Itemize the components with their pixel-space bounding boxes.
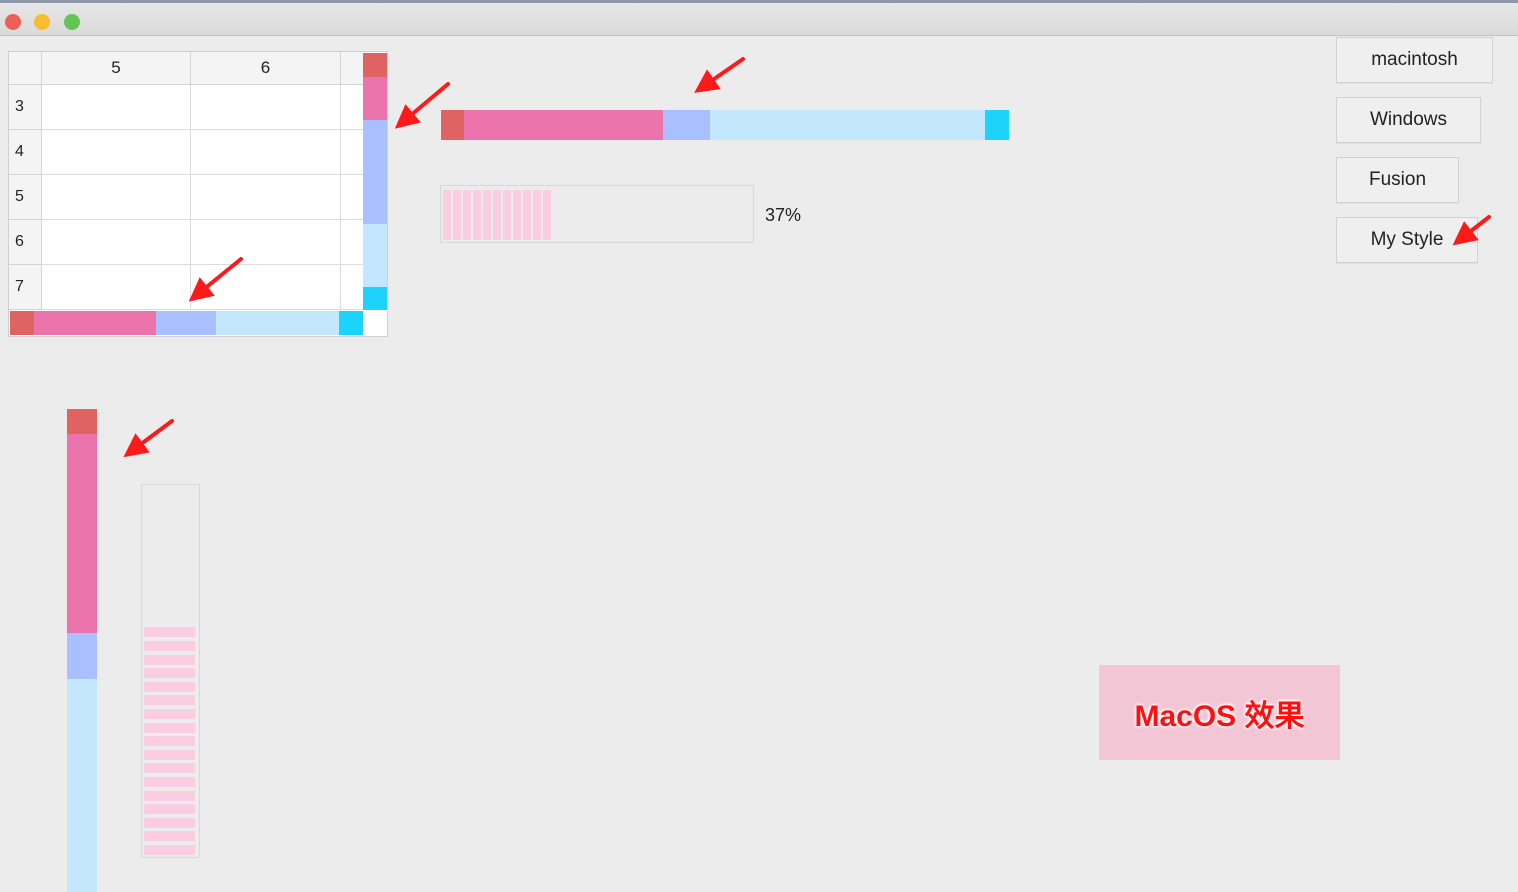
table-cell[interactable] [191,220,341,265]
progress-chunk [533,190,541,240]
progress-percent-label: 37% [765,205,802,225]
vscroll-add-page[interactable] [67,679,97,892]
hscroll-sub-page[interactable] [464,110,663,140]
windows-style-button[interactable]: Windows [1336,97,1481,143]
arrow-icon [123,419,174,458]
table-vscroll-up-arrow[interactable] [363,53,387,77]
arrow-icon [694,57,745,93]
progress-chunk [144,763,195,774]
table-cell[interactable] [42,85,191,130]
window-titlebar [0,0,1518,36]
column-header[interactable]: 6 [191,52,341,85]
fusion-style-button[interactable]: Fusion [1336,157,1459,203]
progress-chunk [513,190,521,240]
table-vscroll-handle[interactable] [363,120,387,224]
row-header[interactable]: 4 [9,130,42,175]
row-header[interactable]: 7 [9,265,42,310]
horizontal-progress-bar [440,185,754,243]
progress-chunk [443,190,451,240]
table-cell[interactable] [191,130,341,175]
table-cell[interactable] [341,220,363,265]
table-cell[interactable] [341,85,363,130]
progress-chunk [503,190,511,240]
table-vscroll-sub-page[interactable] [363,77,387,120]
progress-chunk [144,722,195,733]
progress-chunk [144,736,195,747]
table-cell[interactable] [191,85,341,130]
row-header[interactable]: 3 [9,85,42,130]
table-cell[interactable] [191,175,341,220]
my-style-button[interactable]: My Style [1336,217,1478,263]
row-header[interactable]: 5 [9,175,42,220]
close-window-button[interactable] [5,14,21,30]
table-cell[interactable] [42,130,191,175]
progress-chunk [144,641,195,651]
table-hscroll-sub-page[interactable] [34,311,156,335]
table-vscroll-down-arrow[interactable] [363,287,387,310]
column-header-partial [341,52,363,85]
progress-chunk [453,190,461,240]
progress-chunk [144,668,195,679]
table-cell[interactable] [191,265,341,310]
vertical-progress-bar [141,484,200,858]
table-cell[interactable] [42,265,191,310]
progress-chunk [144,845,195,855]
progress-chunk [144,627,195,638]
progress-chunk [144,777,195,787]
progress-chunk [144,681,195,692]
hscroll-handle[interactable] [663,110,710,140]
progress-chunk [493,190,501,240]
table-widget[interactable]: 5 6 3 4 5 6 7 [8,51,388,337]
table-corner[interactable] [9,52,42,85]
table-vscroll-add-page[interactable] [363,224,387,287]
vscroll-up-arrow[interactable] [67,409,97,434]
table-hscroll-handle[interactable] [156,311,216,335]
macintosh-style-button[interactable]: macintosh [1336,37,1493,83]
table-cell[interactable] [42,220,191,265]
row-header[interactable]: 6 [9,220,42,265]
minimize-window-button[interactable] [34,14,50,30]
style-result-label: MacOS 效果 [1099,665,1340,760]
table-cell[interactable] [341,175,363,220]
progress-chunk [144,695,195,706]
zoom-window-button[interactable] [64,14,80,30]
vscroll-handle[interactable] [67,633,97,679]
progress-chunk [144,749,195,760]
progress-chunk [144,654,195,665]
progress-chunk [473,190,481,240]
hscroll-right-arrow[interactable] [985,110,1009,140]
progress-chunk [144,804,195,815]
table-hscroll-add-page[interactable] [216,311,339,335]
progress-chunk [144,831,195,842]
progress-chunk [144,709,195,719]
table-cell[interactable] [341,265,363,310]
table-hscroll-left-arrow[interactable] [10,311,34,335]
progress-chunk [523,190,531,240]
progress-chunk [543,190,551,240]
vscroll-sub-page[interactable] [67,434,97,633]
table-cell[interactable] [341,130,363,175]
progress-chunk [463,190,471,240]
column-header[interactable]: 5 [42,52,191,85]
table-cell[interactable] [42,175,191,220]
hscroll-left-arrow[interactable] [441,110,464,140]
hscroll-add-page[interactable] [710,110,985,140]
table-hscroll-right-arrow[interactable] [339,311,363,335]
progress-chunk [144,790,195,801]
progress-chunk [483,190,491,240]
progress-chunk [144,817,195,828]
